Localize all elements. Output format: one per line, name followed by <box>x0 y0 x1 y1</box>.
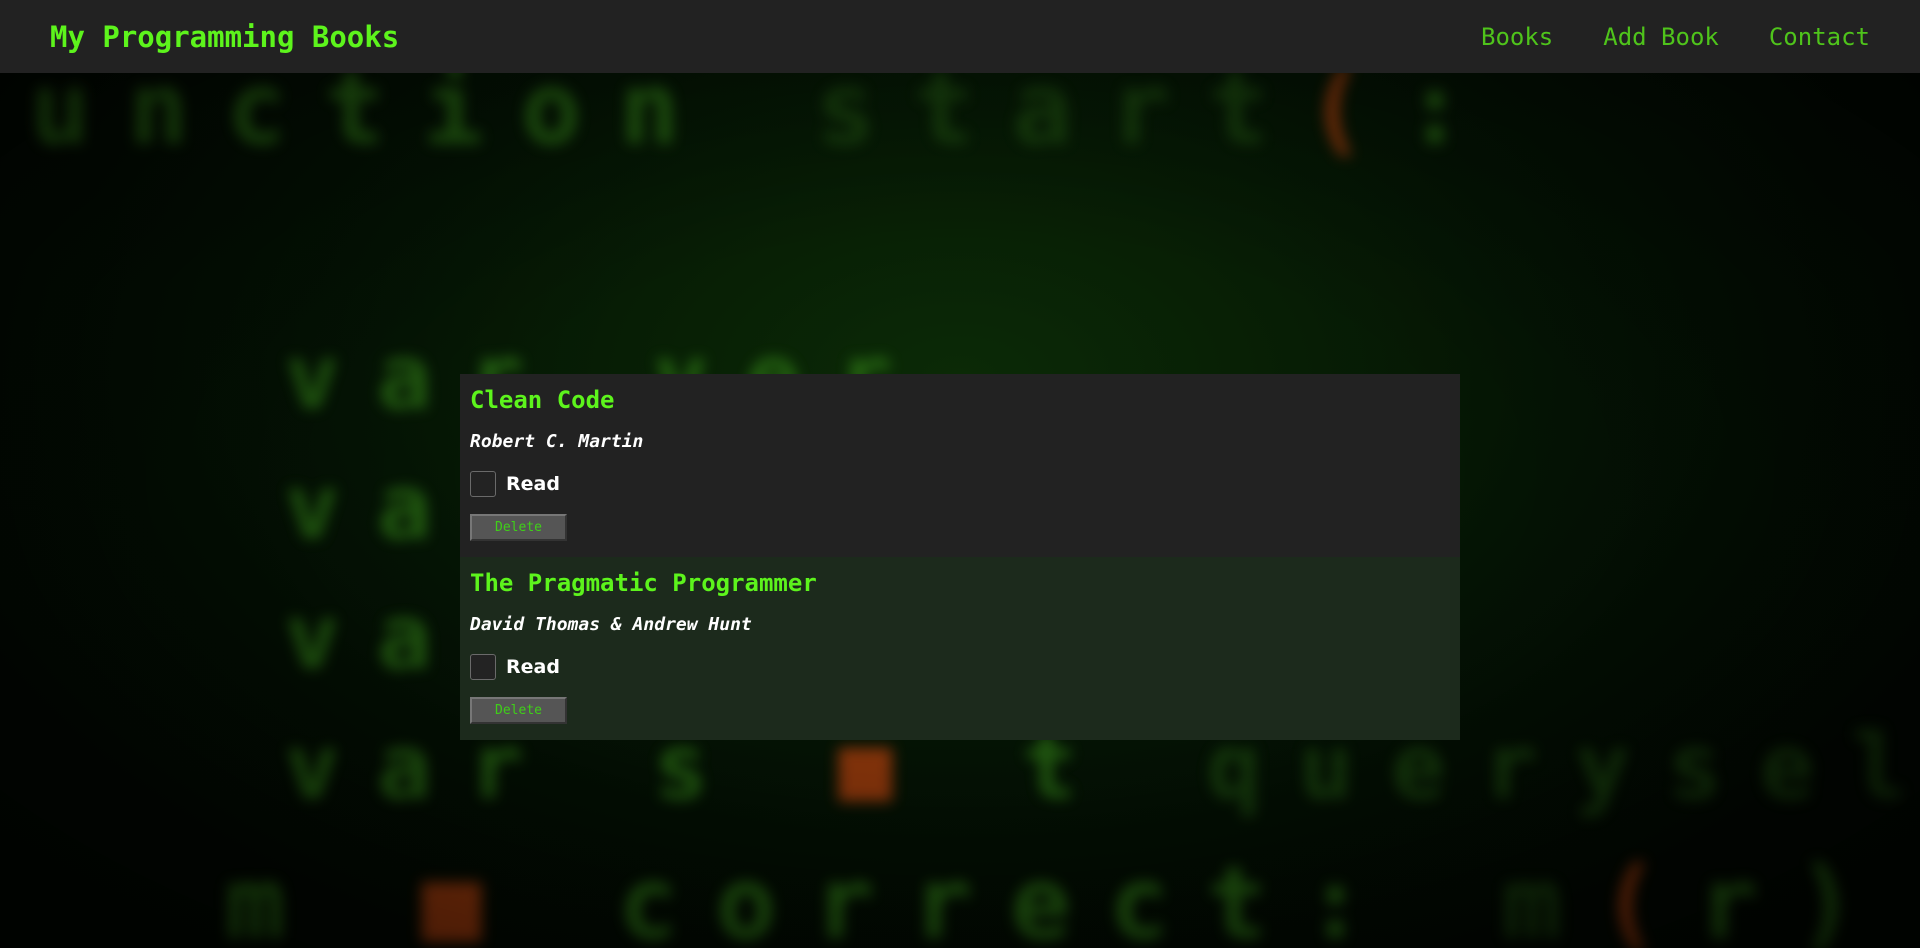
nav-link-contact[interactable]: Contact <box>1769 23 1870 51</box>
nav-link-add-book[interactable]: Add Book <box>1603 23 1719 51</box>
book-title: The Pragmatic Programmer <box>470 569 817 597</box>
book-card: The Pragmatic Programmer David Thomas & … <box>460 557 1460 740</box>
book-card: Clean Code Robert C. Martin Read Delete <box>460 374 1460 557</box>
read-checkbox[interactable] <box>470 654 496 680</box>
main-nav: Books Add Book Contact <box>1481 23 1870 51</box>
read-label: Read <box>506 473 560 495</box>
read-toggle: Read <box>470 471 1450 497</box>
book-author: Robert C. Martin <box>470 431 644 452</box>
book-author: David Thomas & Andrew Hunt <box>470 614 752 635</box>
read-toggle: Read <box>470 654 1450 680</box>
top-navbar: My Programming Books Books Add Book Cont… <box>0 0 1920 73</box>
read-checkbox[interactable] <box>470 471 496 497</box>
delete-button[interactable]: Delete <box>470 697 567 724</box>
read-label: Read <box>506 656 560 678</box>
book-list: Clean Code Robert C. Martin Read Delete … <box>460 374 1460 740</box>
book-title: Clean Code <box>470 386 615 414</box>
delete-button[interactable]: Delete <box>470 514 567 541</box>
nav-link-books[interactable]: Books <box>1481 23 1553 51</box>
site-title[interactable]: My Programming Books <box>50 20 399 54</box>
